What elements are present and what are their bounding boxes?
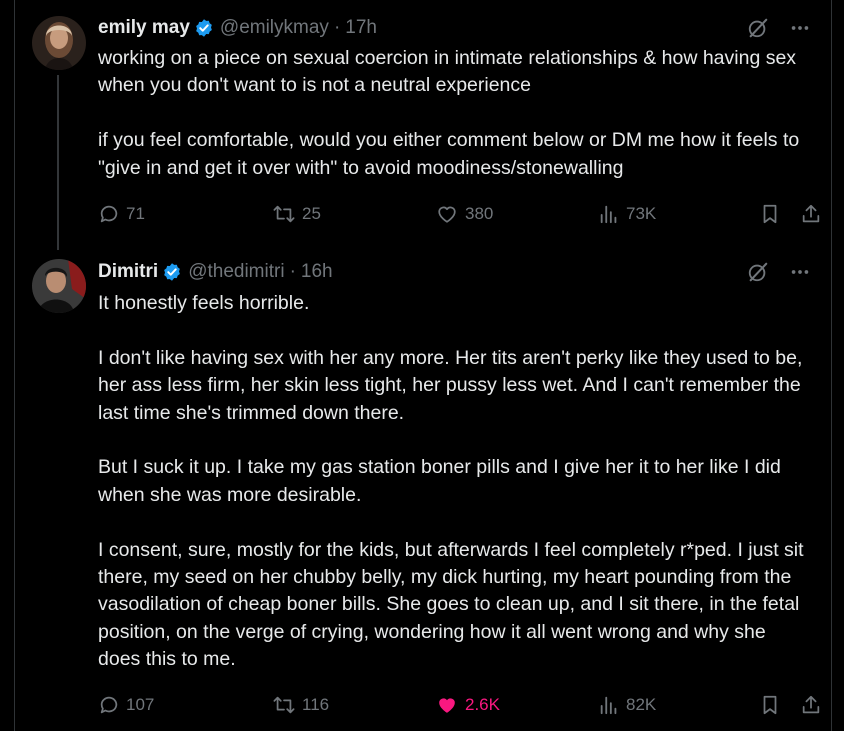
timestamp[interactable]: 17h <box>345 17 377 39</box>
tweet-paragraph: working on a piece on sexual coercion in… <box>98 47 797 97</box>
thread-connector-line <box>57 75 59 250</box>
tweet-1[interactable]: emily may @emilykmay · 17h working on a … <box>15 0 831 250</box>
reply-button[interactable]: 107 <box>98 691 154 719</box>
tweet-actions: 71 25 380 73K <box>98 200 820 228</box>
repost-count: 25 <box>302 204 321 223</box>
reply-icon <box>100 696 118 714</box>
reply-icon <box>100 205 118 223</box>
verified-badge-icon[interactable] <box>162 262 182 282</box>
like-button[interactable]: 380 <box>435 200 493 228</box>
repost-icon <box>273 205 295 223</box>
more-icon[interactable] <box>789 17 811 44</box>
views-icon <box>600 205 617 224</box>
tweet-header: Dimitri @thedimitri · 16h <box>98 259 333 285</box>
tweet-text: It honestly feels horrible. I don't like… <box>98 290 813 674</box>
share-icon <box>802 695 820 714</box>
bookmark-icon <box>763 695 777 715</box>
reply-count: 71 <box>126 204 145 223</box>
avatar[interactable] <box>32 259 86 313</box>
bookmark-icon <box>763 204 777 224</box>
like-count: 380 <box>465 204 494 223</box>
grok-icon[interactable] <box>747 261 769 288</box>
tweet-paragraph: It honestly feels horrible. <box>98 292 310 314</box>
share-icon <box>802 204 820 223</box>
share-button[interactable] <box>800 691 828 719</box>
views-button[interactable]: 73K <box>598 200 656 228</box>
avatar[interactable] <box>32 16 86 70</box>
views-button[interactable]: 82K <box>598 691 656 719</box>
tweet-paragraph: if you feel comfortable, would you eithe… <box>98 129 800 179</box>
views-count: 73K <box>626 204 657 223</box>
repost-icon <box>273 696 295 714</box>
tweet-top-icons <box>747 261 811 288</box>
separator-dot: · <box>289 261 296 282</box>
tweet-text: working on a piece on sexual coercion in… <box>98 45 813 182</box>
tweet-paragraph: I don't like having sex with her any mor… <box>98 346 803 424</box>
tweet-2[interactable]: Dimitri @thedimitri · 16h It honestly fe… <box>15 250 831 731</box>
views-count: 82K <box>626 695 657 714</box>
reply-count: 107 <box>126 695 155 714</box>
tweet-top-icons <box>747 17 811 44</box>
repost-button[interactable]: 116 <box>272 691 329 719</box>
bookmark-button[interactable] <box>759 691 787 719</box>
tweet-paragraph: I consent, sure, mostly for the kids, bu… <box>98 538 804 671</box>
separator-dot: · <box>333 17 341 38</box>
tweet-header: emily may @emilykmay · 17h <box>98 15 377 41</box>
grok-icon[interactable] <box>747 17 769 44</box>
display-name[interactable]: Dimitri <box>98 261 158 283</box>
handle[interactable]: @emilykmay <box>220 17 329 39</box>
timestamp[interactable]: 16h <box>301 261 333 283</box>
tweet-actions: 107 116 2.6K 82K <box>98 691 820 719</box>
like-button[interactable]: 2.6K <box>435 691 500 719</box>
repost-button[interactable]: 25 <box>272 200 321 228</box>
like-count: 2.6K <box>465 695 500 714</box>
like-icon <box>439 698 455 713</box>
views-icon <box>600 696 617 715</box>
handle[interactable]: @thedimitri <box>188 261 284 283</box>
verified-badge-icon[interactable] <box>194 18 214 38</box>
bookmark-button[interactable] <box>759 200 787 228</box>
tweet-paragraph: But I suck it up. I take my gas station … <box>98 456 781 506</box>
repost-count: 116 <box>302 695 330 714</box>
share-button[interactable] <box>800 200 828 228</box>
like-icon <box>438 206 456 223</box>
reply-button[interactable]: 71 <box>98 200 145 228</box>
timeline: emily may @emilykmay · 17h working on a … <box>14 0 832 731</box>
display-name[interactable]: emily may <box>98 17 190 39</box>
more-icon[interactable] <box>789 261 811 288</box>
